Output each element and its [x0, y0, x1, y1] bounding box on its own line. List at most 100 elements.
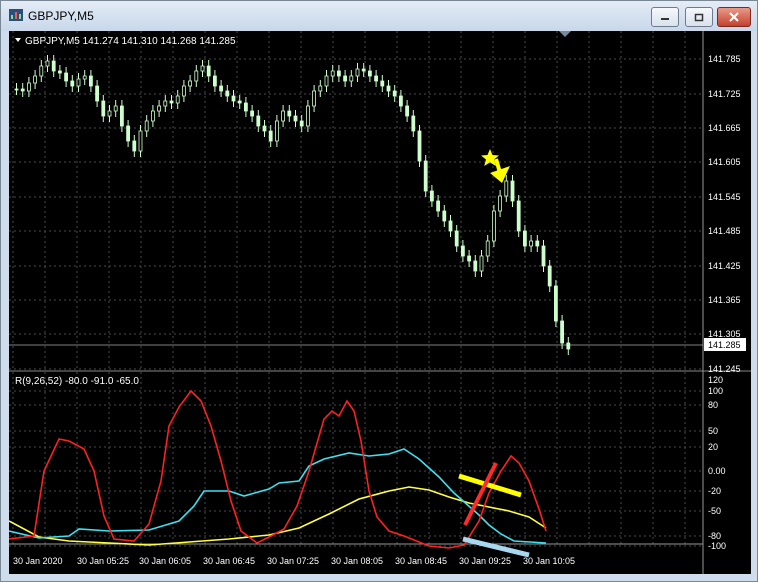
- candle-body: [157, 105, 162, 112]
- chart-shift-marker-icon[interactable]: [559, 31, 571, 37]
- indicator-scale: 120 100 80 50 20 0.00 -20 -50 -80 -100: [708, 375, 726, 551]
- price-tick: 141.605: [708, 157, 741, 167]
- candle-body: [336, 70, 341, 77]
- indicator-tick: 20: [708, 442, 718, 452]
- candle-body: [405, 105, 410, 117]
- current-price-label: 141.285: [708, 340, 741, 350]
- candle-body: [200, 65, 205, 72]
- candle-body: [380, 80, 385, 87]
- candle-body: [175, 95, 180, 104]
- window-title: GBPJPY,M5: [28, 9, 94, 23]
- candle-body: [20, 88, 25, 92]
- candle-body: [132, 140, 137, 152]
- minimize-button[interactable]: [651, 7, 679, 27]
- candle-body: [287, 110, 292, 117]
- candle-body: [510, 180, 515, 202]
- time-label: 30 Jan 06:05: [139, 556, 191, 566]
- candle-body: [231, 95, 236, 102]
- candle-body: [374, 75, 379, 82]
- price-scale: 141.785 141.725 141.665 141.605 141.545 …: [708, 54, 741, 374]
- candle-body: [212, 75, 217, 87]
- candle-body: [64, 72, 68, 82]
- main-chart-header: GBPJPY,M5 141.274 141.310 141.268 141.28…: [25, 36, 236, 47]
- title-bar[interactable]: GBPJPY,M5: [1, 1, 757, 31]
- restore-icon: [694, 13, 704, 21]
- candle-body: [318, 85, 323, 92]
- candle-body: [107, 110, 112, 117]
- candle-body: [529, 240, 533, 247]
- indicator-tick: -20: [708, 486, 721, 496]
- indicator-tick: 120: [708, 375, 723, 385]
- candle-body: [411, 115, 416, 132]
- candle-body: [45, 60, 50, 67]
- minimize-icon: [661, 18, 669, 20]
- candle-body: [219, 85, 224, 92]
- candle-body: [467, 255, 472, 262]
- candle-body: [188, 80, 193, 87]
- candle-body: [126, 125, 130, 142]
- price-tick: 141.425: [708, 261, 741, 271]
- indicator-tick: 0.00: [708, 466, 726, 476]
- candle-body: [535, 240, 540, 247]
- candle-body: [262, 125, 267, 132]
- indicator-tick: 100: [708, 386, 723, 396]
- candle-body: [76, 78, 81, 87]
- price-tick: 141.665: [708, 123, 741, 133]
- candle-body: [163, 100, 168, 107]
- candle-body: [460, 245, 465, 257]
- candle-body: [144, 120, 149, 132]
- candle-body: [485, 240, 490, 257]
- candle-body: [51, 60, 56, 72]
- candle-body: [491, 210, 496, 242]
- candle-body: [256, 115, 261, 127]
- candle-body: [250, 110, 255, 117]
- candle-body: [101, 100, 106, 117]
- close-button[interactable]: [717, 7, 751, 27]
- chart-area[interactable]: GBPJPY,M5 141.274 141.310 141.268 141.28…: [8, 31, 751, 574]
- candle-body: [343, 75, 348, 82]
- time-label: 30 Jan 08:45: [395, 556, 447, 566]
- indicator-tick: -50: [708, 506, 721, 516]
- candle-body: [423, 160, 428, 192]
- candle-body: [194, 70, 199, 82]
- price-tick: 141.245: [708, 364, 741, 374]
- candle-body: [361, 68, 366, 72]
- candle-body: [58, 70, 62, 74]
- candle-body: [398, 95, 403, 107]
- chart-canvas[interactable]: GBPJPY,M5 141.274 141.310 141.268 141.28…: [8, 31, 751, 574]
- candle-body: [560, 320, 564, 344]
- candle-body: [299, 120, 304, 127]
- price-tick: 141.725: [708, 89, 741, 99]
- candle-body: [554, 285, 558, 322]
- candle-body: [89, 75, 93, 87]
- time-label: 30 Jan 10:05: [523, 556, 575, 566]
- candle-body: [442, 210, 447, 222]
- candle-body: [367, 70, 372, 77]
- candle-body: [206, 65, 211, 77]
- candle-body: [498, 195, 503, 212]
- candle-body: [181, 85, 186, 97]
- indicator-tick: -100: [708, 541, 726, 551]
- candle-body: [33, 75, 38, 84]
- candle-body: [312, 90, 317, 107]
- candle-body: [39, 65, 44, 77]
- candle-body: [436, 200, 441, 212]
- indicator-tick: -80: [708, 531, 721, 541]
- time-label: 30 Jan 06:45: [203, 556, 255, 566]
- candle-body: [454, 230, 459, 247]
- candle-body: [349, 75, 354, 82]
- candle-body: [169, 100, 174, 104]
- chart-menu-icon[interactable]: [15, 38, 21, 42]
- candle-body: [504, 180, 509, 197]
- close-icon: [729, 12, 739, 22]
- candle-body: [268, 130, 273, 142]
- price-tick: 141.545: [708, 192, 741, 202]
- restore-button[interactable]: [685, 7, 713, 27]
- indicator-tick: 50: [708, 426, 718, 436]
- indicator-header: R(9,26,52) -80.0 -91.0 -65.0: [15, 376, 139, 387]
- candle-body: [14, 88, 19, 91]
- candle-body: [566, 342, 571, 350]
- candle-body: [324, 75, 329, 87]
- price-tick: 141.785: [708, 54, 741, 64]
- candle-body: [386, 85, 391, 92]
